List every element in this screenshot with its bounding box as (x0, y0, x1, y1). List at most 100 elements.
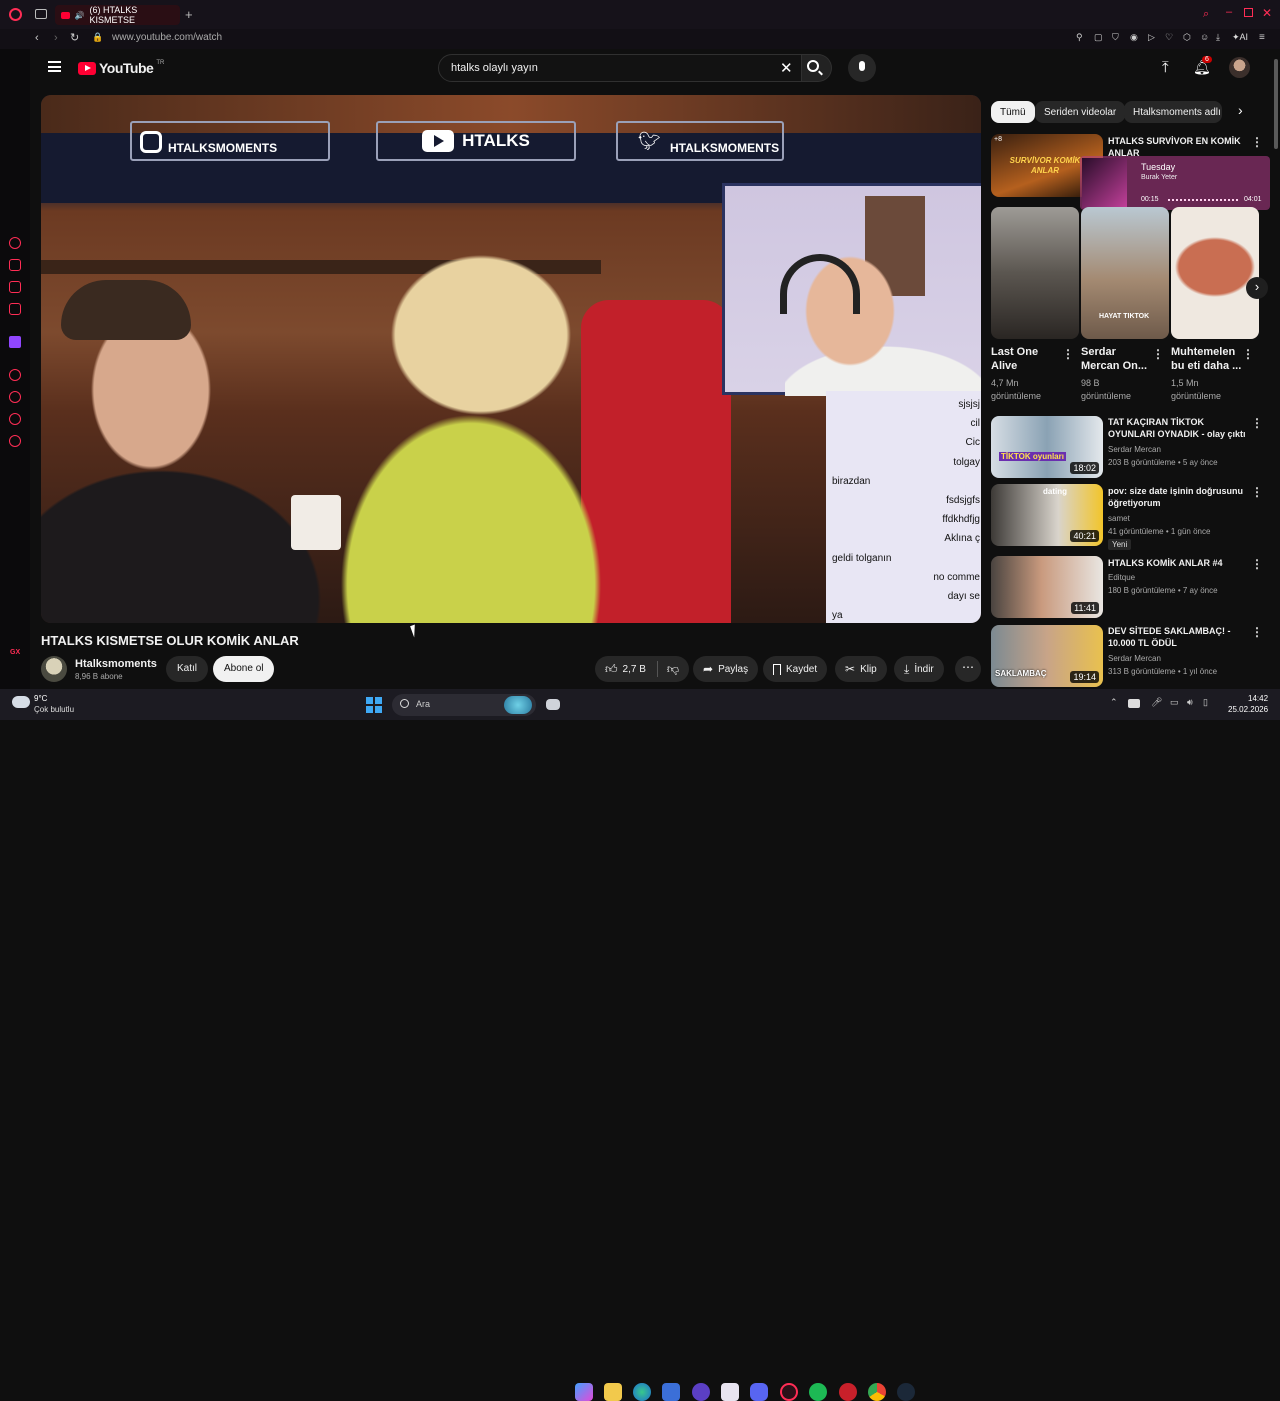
miniplayer[interactable]: Tuesday Burak Yeter 00:15 04:01 (1080, 156, 1270, 210)
clip-button[interactable]: ✂ Klip (835, 656, 887, 682)
new-tab-button[interactable]: + (185, 7, 193, 22)
extensions-sidebar-icon[interactable] (9, 413, 21, 425)
gx-control-icon[interactable]: GX (10, 649, 20, 656)
heart-icon[interactable]: ♡ (1165, 32, 1173, 43)
opera-gx-taskbar-icon[interactable] (780, 1383, 798, 1401)
avatar[interactable] (1229, 57, 1250, 78)
player-icon[interactable] (9, 369, 21, 381)
download-button[interactable]: ⤓ İndir (894, 656, 944, 682)
tray-overflow-icon[interactable]: ⌃ (1110, 697, 1118, 708)
app-red-icon[interactable] (839, 1383, 857, 1401)
subscribe-button[interactable]: Abone ol (213, 656, 275, 682)
store-icon[interactable] (662, 1383, 680, 1401)
discord-icon[interactable] (9, 281, 21, 293)
recommended-thumbnail[interactable]: 11:41 (991, 556, 1103, 618)
url-field[interactable]: www.youtube.com/watch (112, 32, 222, 43)
more-actions-button[interactable]: ⋯ (955, 656, 981, 682)
notifications-button[interactable]: 🔔︎ 6 (1193, 56, 1212, 76)
task-view-icon[interactable] (546, 699, 560, 710)
recommended-thumbnail[interactable]: TİKTOK oyunları 18:02 (991, 416, 1103, 478)
chip-series[interactable]: Seriden videolar (1035, 101, 1126, 123)
join-button[interactable]: Katıl (166, 656, 209, 682)
chip-channel[interactable]: Htalksmoments adlı k (1124, 101, 1222, 123)
spotify-icon[interactable] (809, 1383, 827, 1401)
short-title-2[interactable]: Serdar Mercan On... (1081, 345, 1147, 373)
voice-search-button[interactable] (848, 54, 876, 82)
forward-icon[interactable]: › (54, 32, 58, 44)
copilot-icon[interactable] (575, 1383, 593, 1401)
save-button[interactable]: Kaydet (763, 656, 828, 682)
proton-vpn-icon[interactable] (692, 1383, 710, 1401)
youtube-logo[interactable]: YouTube TR (78, 60, 164, 76)
recommended-more-icon[interactable]: ⋮ (1251, 416, 1263, 430)
recommended-more-icon[interactable]: ⋮ (1251, 485, 1263, 499)
aria-icon[interactable] (9, 237, 21, 249)
extensions-icon[interactable]: ⬡ (1183, 32, 1191, 43)
start-button[interactable] (366, 697, 382, 713)
recommended-more-icon[interactable]: ⋮ (1251, 557, 1263, 571)
twitch-icon[interactable] (9, 336, 21, 348)
thumbs-down-icon[interactable]: 👎︎ (667, 662, 679, 677)
download-icon[interactable]: ⤓ (1216, 32, 1220, 43)
recommended-channel[interactable]: Serdar Mercan (1108, 653, 1161, 664)
history-icon[interactable] (9, 391, 21, 403)
clock-date[interactable]: 25.02.2026 (1228, 705, 1268, 714)
clock-time[interactable]: 14:42 (1248, 694, 1268, 703)
close-window-icon[interactable]: ✕ (1262, 6, 1272, 20)
short-more-icon[interactable]: ⋮ (1152, 347, 1164, 361)
clear-search-icon[interactable]: ✕ (780, 59, 793, 77)
search-input[interactable]: htalks olaylı yayın ✕ (438, 54, 802, 82)
miniplayer-progress[interactable] (1168, 199, 1238, 201)
recommended-thumbnail[interactable]: dating 40:21 (991, 484, 1103, 546)
opera-logo-icon[interactable] (9, 8, 22, 21)
short-more-icon[interactable]: ⋮ (1062, 347, 1074, 361)
search-button[interactable] (802, 54, 832, 82)
pin-icon[interactable]: ⚲ (1076, 32, 1083, 43)
tab-youtube[interactable]: 🔊 (6) HTALKS KISMETSE (55, 5, 180, 25)
camera-icon[interactable]: ◉ (1130, 32, 1138, 43)
steam-icon[interactable] (897, 1383, 915, 1401)
recommended-thumbnail[interactable]: SAKLAMBAÇ 19:14 (991, 625, 1103, 687)
chrome-icon[interactable] (868, 1383, 886, 1401)
volume-icon[interactable]: 🔊︎ (1187, 697, 1193, 708)
minimize-icon[interactable]: – (1226, 6, 1232, 18)
weather-icon[interactable] (12, 696, 30, 708)
network-icon[interactable]: ▭ (1170, 697, 1179, 708)
weather-temp[interactable]: 9°C (34, 694, 47, 703)
video-player[interactable]: HTALKSMOMENTS HTALKS 🐦︎ HTALKSMOMENTS sj… (41, 95, 981, 623)
page-scrollbar[interactable] (1274, 59, 1278, 149)
battery-icon[interactable]: ▯ (1203, 697, 1208, 708)
share-button[interactable]: ➦ Paylaş (693, 656, 759, 682)
maximize-icon[interactable] (1244, 8, 1253, 17)
short-title-1[interactable]: Last One Alive (991, 345, 1038, 373)
short-thumbnail[interactable] (1171, 207, 1259, 339)
app-icon[interactable] (721, 1383, 739, 1401)
short-thumbnail[interactable] (991, 207, 1079, 339)
hamburger-menu-icon[interactable] (48, 61, 61, 72)
recommended-title[interactable]: pov: size date işinin doğrusunu öğretiyo… (1108, 485, 1248, 509)
recommended-channel[interactable]: Serdar Mercan (1108, 444, 1161, 455)
shield-icon[interactable]: ⛉ (1112, 32, 1119, 43)
recommended-title[interactable]: DEV SİTEDE SAKLAMBAÇ! - 10.000 TL ÖDÜL (1108, 625, 1248, 649)
short-title-3[interactable]: Muhtemelen bu eti daha ... (1171, 345, 1241, 373)
file-explorer-icon[interactable] (604, 1383, 622, 1401)
discord-taskbar-icon[interactable] (750, 1383, 768, 1401)
chip-all[interactable]: Tümü (991, 101, 1035, 123)
recommended-more-icon[interactable]: ⋮ (1251, 625, 1263, 639)
chips-next-icon[interactable]: › (1238, 102, 1243, 118)
settings-icon[interactable] (9, 435, 21, 447)
channel-name[interactable]: Htalksmoments (75, 658, 157, 670)
channel-avatar[interactable] (41, 656, 67, 682)
aria-ai-button[interactable]: ✦AI (1232, 32, 1248, 43)
upload-icon[interactable]: ⤒ (1162, 59, 1169, 76)
taskbar-search[interactable]: Ara (392, 694, 536, 716)
music-icon[interactable] (9, 303, 21, 315)
microphone-tray-icon[interactable]: 🎤︎ (1151, 697, 1162, 708)
short-thumbnail[interactable]: HAYAT TIKTOK (1081, 207, 1169, 339)
messenger-icon[interactable] (9, 259, 21, 271)
reload-icon[interactable]: ↻ (70, 31, 79, 44)
like-button[interactable]: 👍︎ 2,7 B 👎︎ (595, 656, 690, 682)
recommended-title[interactable]: TAT KAÇIRAN TİKTOK OYUNLARI OYNADIK - ol… (1108, 416, 1248, 440)
snapshot-icon[interactable]: ▢ (1094, 32, 1103, 43)
short-more-icon[interactable]: ⋮ (1242, 347, 1254, 361)
